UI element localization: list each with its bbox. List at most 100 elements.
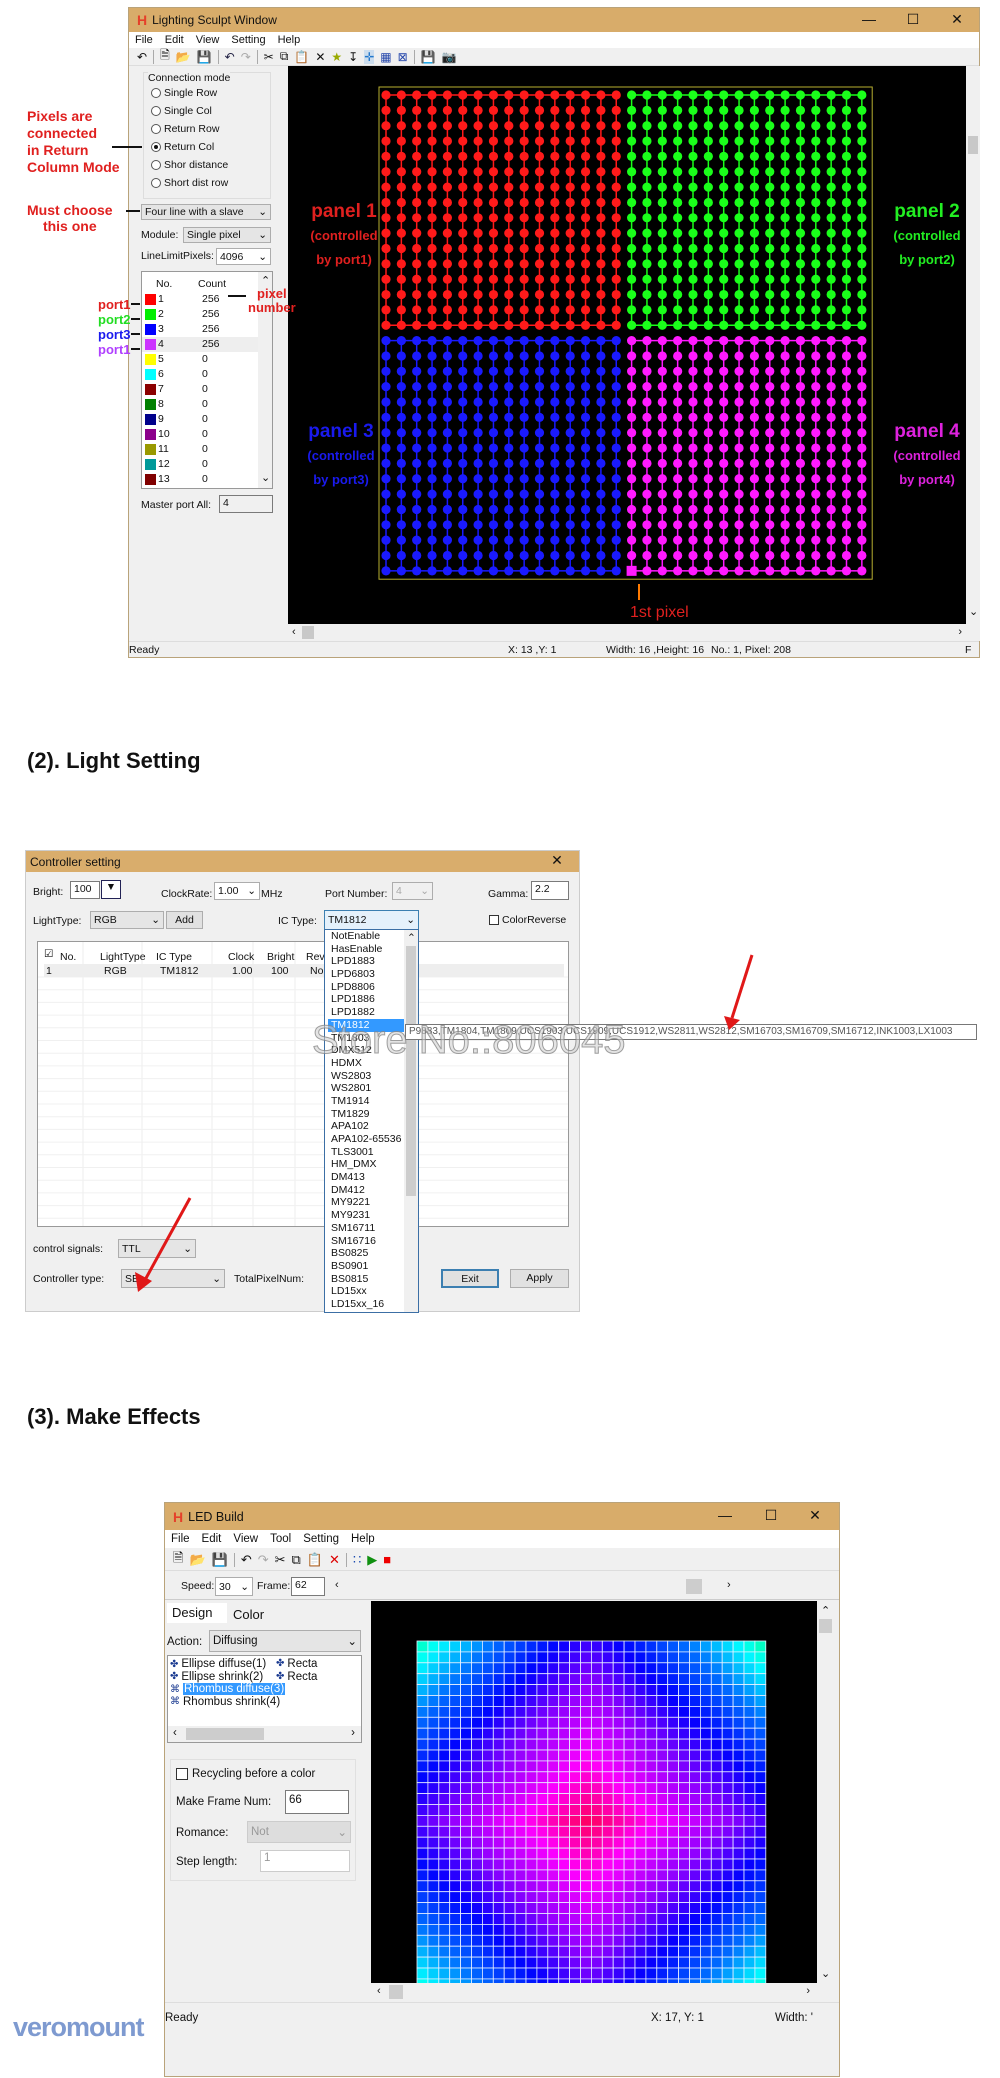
effect-cell[interactable] [536,1749,549,1762]
effect-cell[interactable] [743,1956,756,1969]
effect-cell[interactable] [699,1673,712,1685]
effect-cell[interactable] [601,1771,614,1784]
effect-cell[interactable] [645,1945,658,1958]
effect-cell[interactable] [612,1814,625,1827]
effect-cell[interactable] [525,1956,538,1969]
open-folder-icon[interactable]: 📂 [189,1552,205,1568]
effect-cell[interactable] [590,1695,603,1707]
effect-cell[interactable] [699,1814,712,1827]
effect-cell[interactable] [460,1760,472,1773]
effect-cell[interactable] [634,1825,647,1838]
effect-cell[interactable] [471,1945,483,1958]
effect-cell[interactable] [601,1836,614,1849]
effect-cell[interactable] [732,1738,745,1751]
effect-cell[interactable] [678,1902,690,1914]
effect-cell[interactable] [732,1945,745,1958]
effect-cell[interactable] [427,1793,440,1805]
effect-cell[interactable] [612,1891,625,1904]
effect-cell[interactable] [634,1662,647,1675]
effect-cell[interactable] [449,1771,461,1784]
effect-cell[interactable] [471,1902,483,1914]
effect-cell[interactable] [732,1934,745,1947]
effect-cell[interactable] [623,1891,636,1904]
effect-item[interactable]: ⌘ Rhombus diffuse(3) [170,1683,286,1696]
effect-cell[interactable] [514,1695,527,1707]
effect-cell[interactable] [416,1836,429,1849]
effect-cell[interactable] [623,1695,636,1707]
effect-cell[interactable] [667,1760,680,1773]
effect-cell[interactable] [438,1684,451,1696]
effect-cell[interactable] [699,1804,712,1816]
effect-cell[interactable] [656,1804,669,1816]
effect-cell[interactable] [503,1869,516,1882]
effect-cell[interactable] [471,1847,483,1860]
effect-cell[interactable] [482,1891,494,1904]
effect-cell[interactable] [743,1891,756,1904]
effect-cell[interactable] [525,1891,538,1904]
effect-cell[interactable] [449,1945,461,1958]
effect-cell[interactable] [514,1673,527,1685]
effect-cell[interactable] [612,1673,625,1685]
effect-cell[interactable] [482,1880,494,1893]
effect-cell[interactable] [601,1804,614,1816]
effect-cell[interactable] [569,1814,581,1827]
effect-cell[interactable] [525,1923,538,1936]
effect-cell[interactable] [678,1793,690,1805]
effect-cell[interactable] [732,1662,745,1675]
effect-cell[interactable] [710,1716,723,1729]
effect-cell[interactable] [667,1695,680,1707]
effect-cell[interactable] [449,1749,461,1762]
new-file-icon[interactable]: 🗎 [173,1549,183,1571]
effect-cell[interactable] [667,1684,680,1696]
effect-cell[interactable] [580,1640,592,1653]
effect-cell[interactable] [743,1814,756,1827]
effect-cell[interactable] [623,1804,636,1816]
effect-cell[interactable] [678,1934,690,1947]
effect-cell[interactable] [580,1673,592,1685]
effect-cell[interactable] [536,1782,549,1794]
effect-cell[interactable] [471,1706,483,1718]
effect-cell[interactable] [590,1684,603,1696]
effect-cell[interactable] [482,1825,494,1838]
effect-cell[interactable] [449,1716,461,1729]
effect-cell[interactable] [449,1923,461,1936]
effect-cell[interactable] [634,1760,647,1773]
effect-cell[interactable] [689,1804,701,1816]
effect-cell[interactable] [427,1804,440,1816]
effect-cell[interactable] [634,1945,647,1958]
effect-cell[interactable] [471,1760,483,1773]
effect-cell[interactable] [656,1836,669,1849]
effect-cell[interactable] [427,1760,440,1773]
effect-cell[interactable] [634,1814,647,1827]
effect-cell[interactable] [580,1738,592,1751]
effect-cell[interactable] [438,1847,451,1860]
effect-cell[interactable] [754,1825,767,1838]
effect-cell[interactable] [547,1967,560,1980]
effect-cell[interactable] [547,1934,560,1947]
effect-cell[interactable] [634,1804,647,1816]
effect-cell[interactable] [678,1814,690,1827]
effect-cell[interactable] [689,1825,701,1838]
effect-cell[interactable] [580,1913,592,1925]
effect-cell[interactable] [689,1847,701,1860]
effect-cell[interactable] [460,1695,472,1707]
effect-cell[interactable] [416,1869,429,1882]
effect-cell[interactable] [460,1880,472,1893]
effect-cell[interactable] [471,1651,483,1664]
effect-cell[interactable] [471,1782,483,1794]
effect-cell[interactable] [601,1706,614,1718]
effect-cell[interactable] [525,1869,538,1882]
effect-cell[interactable] [743,1727,756,1740]
effect-cell[interactable] [689,1793,701,1805]
effect-cell[interactable] [754,1945,767,1958]
effect-cell[interactable] [732,1967,745,1980]
effect-cell[interactable] [699,1695,712,1707]
effect-cell[interactable] [580,1804,592,1816]
effect-cell[interactable] [699,1771,712,1784]
effect-cell[interactable] [656,1738,669,1751]
effect-cell[interactable] [416,1738,429,1751]
effect-cell[interactable] [460,1967,472,1980]
effect-cell[interactable] [656,1727,669,1740]
effect-cell[interactable] [449,1902,461,1914]
effect-cell[interactable] [721,1934,734,1947]
